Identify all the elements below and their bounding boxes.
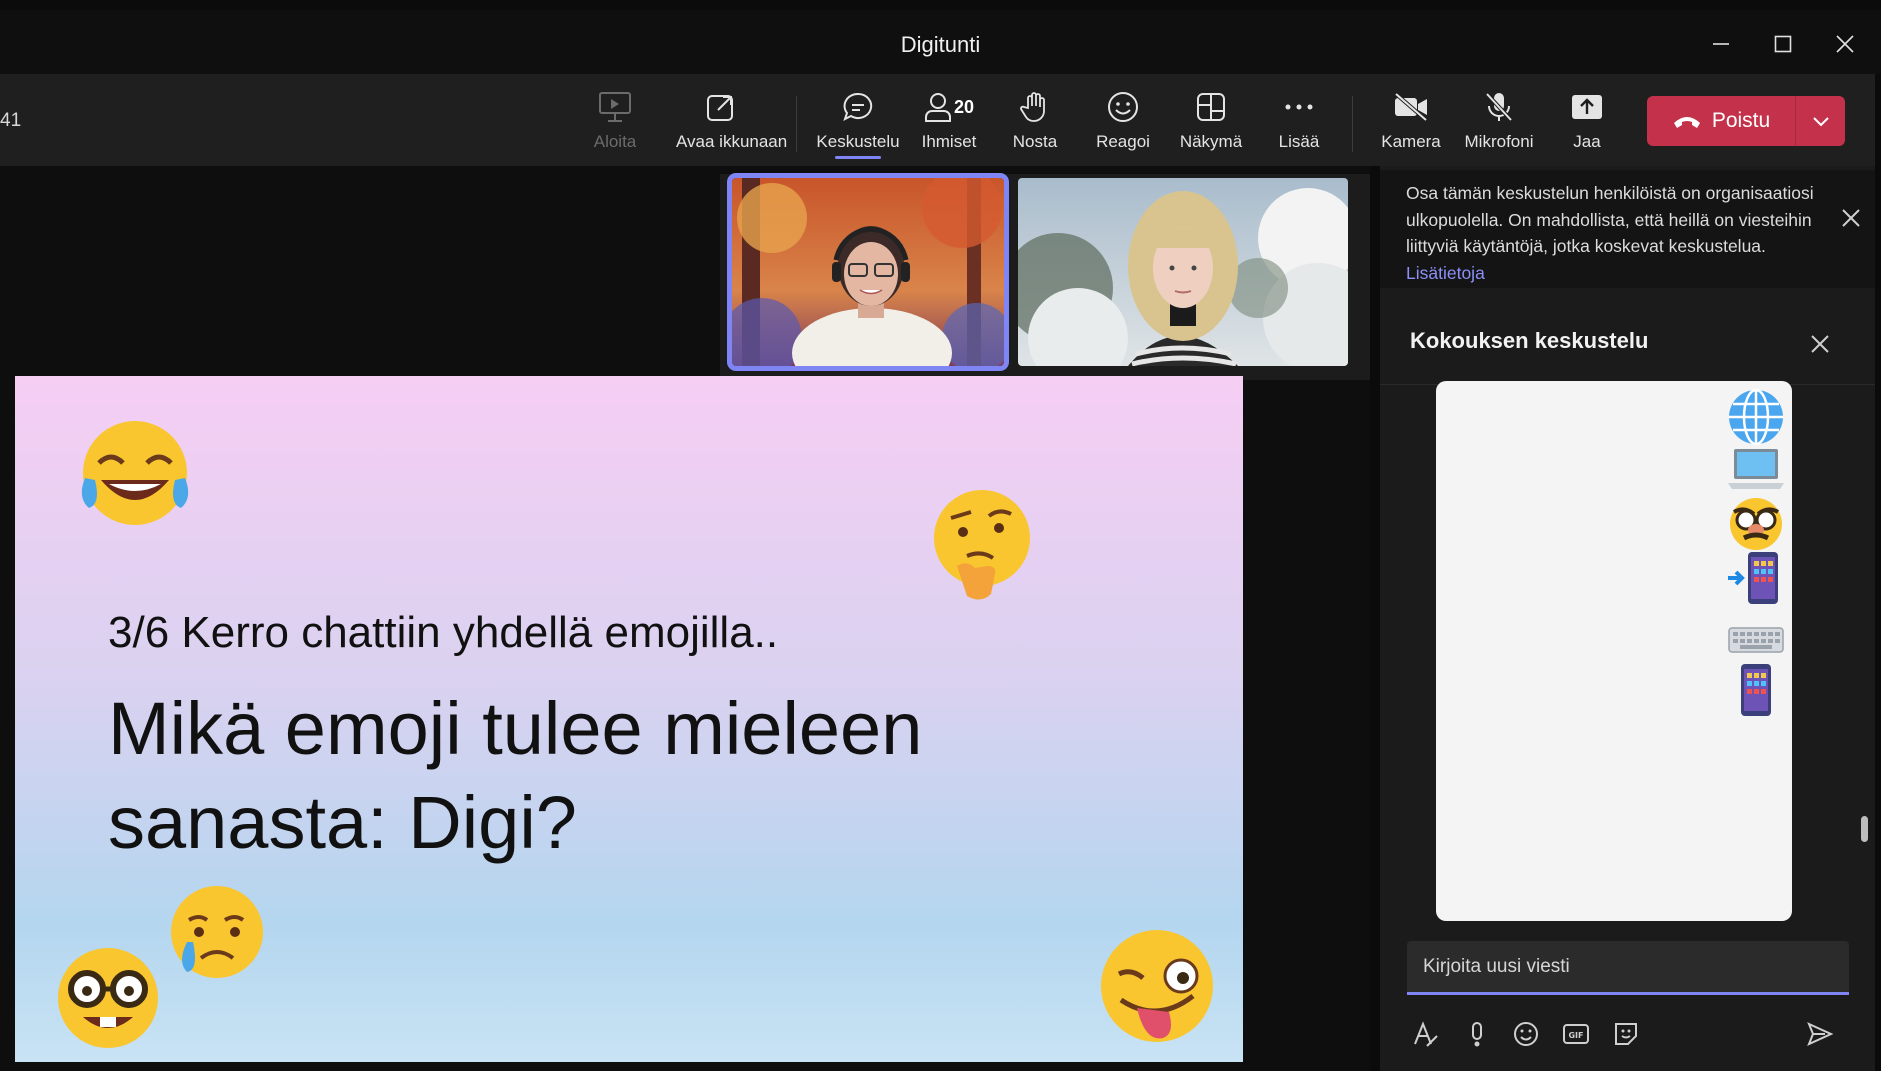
minimize-icon	[1713, 43, 1729, 45]
close-chat-button[interactable]	[1810, 330, 1830, 361]
grid-icon	[1197, 93, 1225, 121]
more-button[interactable]: Lisää	[1254, 88, 1344, 158]
minimize-button[interactable]	[1696, 24, 1746, 64]
participant-video-image	[1018, 178, 1348, 366]
start-button[interactable]: Aloita	[570, 88, 660, 158]
message-input[interactable]	[1423, 953, 1823, 981]
close-icon	[1842, 209, 1860, 227]
presentation-slide: 3/6 Kerro chattiin yhdellä emojilla.. Mi…	[15, 376, 1243, 1062]
dismiss-notice-button[interactable]	[1841, 204, 1861, 235]
format-icon	[1414, 1021, 1438, 1047]
meeting-chat-panel: Osa tämän keskustelun henkilöistä on org…	[1380, 166, 1875, 1071]
chat-icon	[843, 92, 873, 121]
crying-face-emoji	[171, 886, 263, 978]
globe-emoji	[1729, 388, 1783, 446]
hangup-icon	[1673, 117, 1700, 128]
people-icon	[924, 93, 951, 122]
meeting-toolbar: 41 Aloita Avaa ikkunaan Keskustelu 20 Ih…	[0, 74, 1875, 166]
mic-button[interactable]: Mikrofoni	[1454, 88, 1544, 158]
laptop-emoji	[1728, 449, 1784, 489]
participant-video-2[interactable]	[1018, 178, 1348, 366]
leave-options-button[interactable]	[1795, 96, 1845, 146]
learn-more-link[interactable]: Lisätietoja	[1406, 263, 1485, 283]
camera-off-icon	[1394, 92, 1428, 122]
meeting-timer: 41	[0, 110, 22, 131]
mobile-phone-emoji	[1741, 664, 1771, 716]
mobile-arrow-emoji	[1728, 552, 1778, 604]
camera-button[interactable]: Kamera	[1366, 88, 1456, 158]
gif-button[interactable]: GIF	[1558, 1016, 1594, 1052]
maximize-icon	[1774, 35, 1792, 53]
compose-box[interactable]	[1407, 941, 1849, 995]
disguised-face-emoji	[1730, 498, 1782, 550]
chat-button[interactable]: Keskustelu	[813, 88, 903, 158]
exclamation-icon	[1472, 1022, 1482, 1047]
smiley-icon	[1108, 92, 1138, 122]
participant-video-image	[732, 178, 1004, 366]
gif-icon: GIF	[1563, 1024, 1589, 1044]
divider	[796, 96, 797, 152]
sticker-icon	[1615, 1023, 1637, 1045]
external-users-notice: Osa tämän keskustelun henkilöistä on org…	[1380, 170, 1875, 288]
chevron-down-icon	[1812, 117, 1829, 127]
emoji-icon	[1514, 1022, 1538, 1046]
view-button[interactable]: Näkymä	[1166, 88, 1256, 158]
close-window-button[interactable]	[1820, 24, 1870, 64]
tears-of-joy-emoji	[81, 421, 189, 525]
title-bar: Digitunti	[0, 10, 1881, 74]
chat-message-card	[1436, 381, 1792, 921]
slide-subtitle: 3/6 Kerro chattiin yhdellä emojilla..	[108, 608, 779, 657]
close-icon	[1811, 335, 1829, 353]
thinking-face-emoji	[934, 490, 1030, 600]
video-strip	[720, 173, 1370, 380]
sticker-button[interactable]	[1608, 1016, 1644, 1052]
send-button[interactable]	[1802, 1016, 1838, 1052]
emoji-button[interactable]	[1508, 1016, 1544, 1052]
send-icon	[1807, 1022, 1834, 1046]
maximize-button[interactable]	[1758, 24, 1808, 64]
window-title: Digitunti	[900, 32, 981, 57]
share-icon	[1572, 95, 1602, 119]
people-count: 20	[953, 96, 975, 117]
format-button[interactable]	[1407, 1016, 1443, 1052]
raise-hand-icon	[1020, 92, 1045, 122]
people-button[interactable]: 20 Ihmiset	[904, 88, 994, 158]
notice-text: Osa tämän keskustelun henkilöistä on org…	[1406, 183, 1814, 256]
share-button[interactable]: Jaa	[1542, 88, 1632, 158]
nerd-face-emoji	[58, 948, 158, 1048]
slide-question: Mikä emoji tulee mieleen sanasta: Digi?	[108, 687, 923, 864]
raise-hand-button[interactable]: Nosta	[990, 88, 1080, 158]
priority-button[interactable]	[1459, 1016, 1495, 1052]
chat-panel-title: Kokouksen keskustelu	[1410, 328, 1649, 353]
participant-video-1[interactable]	[727, 173, 1009, 371]
react-button[interactable]: Reagoi	[1078, 88, 1168, 158]
leave-main[interactable]: Poistu	[1647, 96, 1795, 146]
present-icon	[599, 92, 631, 122]
divider	[1352, 96, 1353, 152]
winking-tongue-emoji	[1101, 930, 1213, 1042]
leave-button[interactable]: Poistu	[1647, 96, 1845, 146]
svg-text:GIF: GIF	[1568, 1031, 1583, 1040]
chat-scrollbar[interactable]	[1861, 816, 1868, 842]
close-icon	[1836, 35, 1854, 53]
more-icon	[1285, 104, 1313, 110]
popout-icon	[707, 95, 733, 121]
open-window-button[interactable]: Avaa ikkunaan	[676, 88, 787, 158]
meeting-stage: 3/6 Kerro chattiin yhdellä emojilla.. Mi…	[0, 166, 1370, 1071]
mic-off-icon	[1485, 92, 1513, 122]
